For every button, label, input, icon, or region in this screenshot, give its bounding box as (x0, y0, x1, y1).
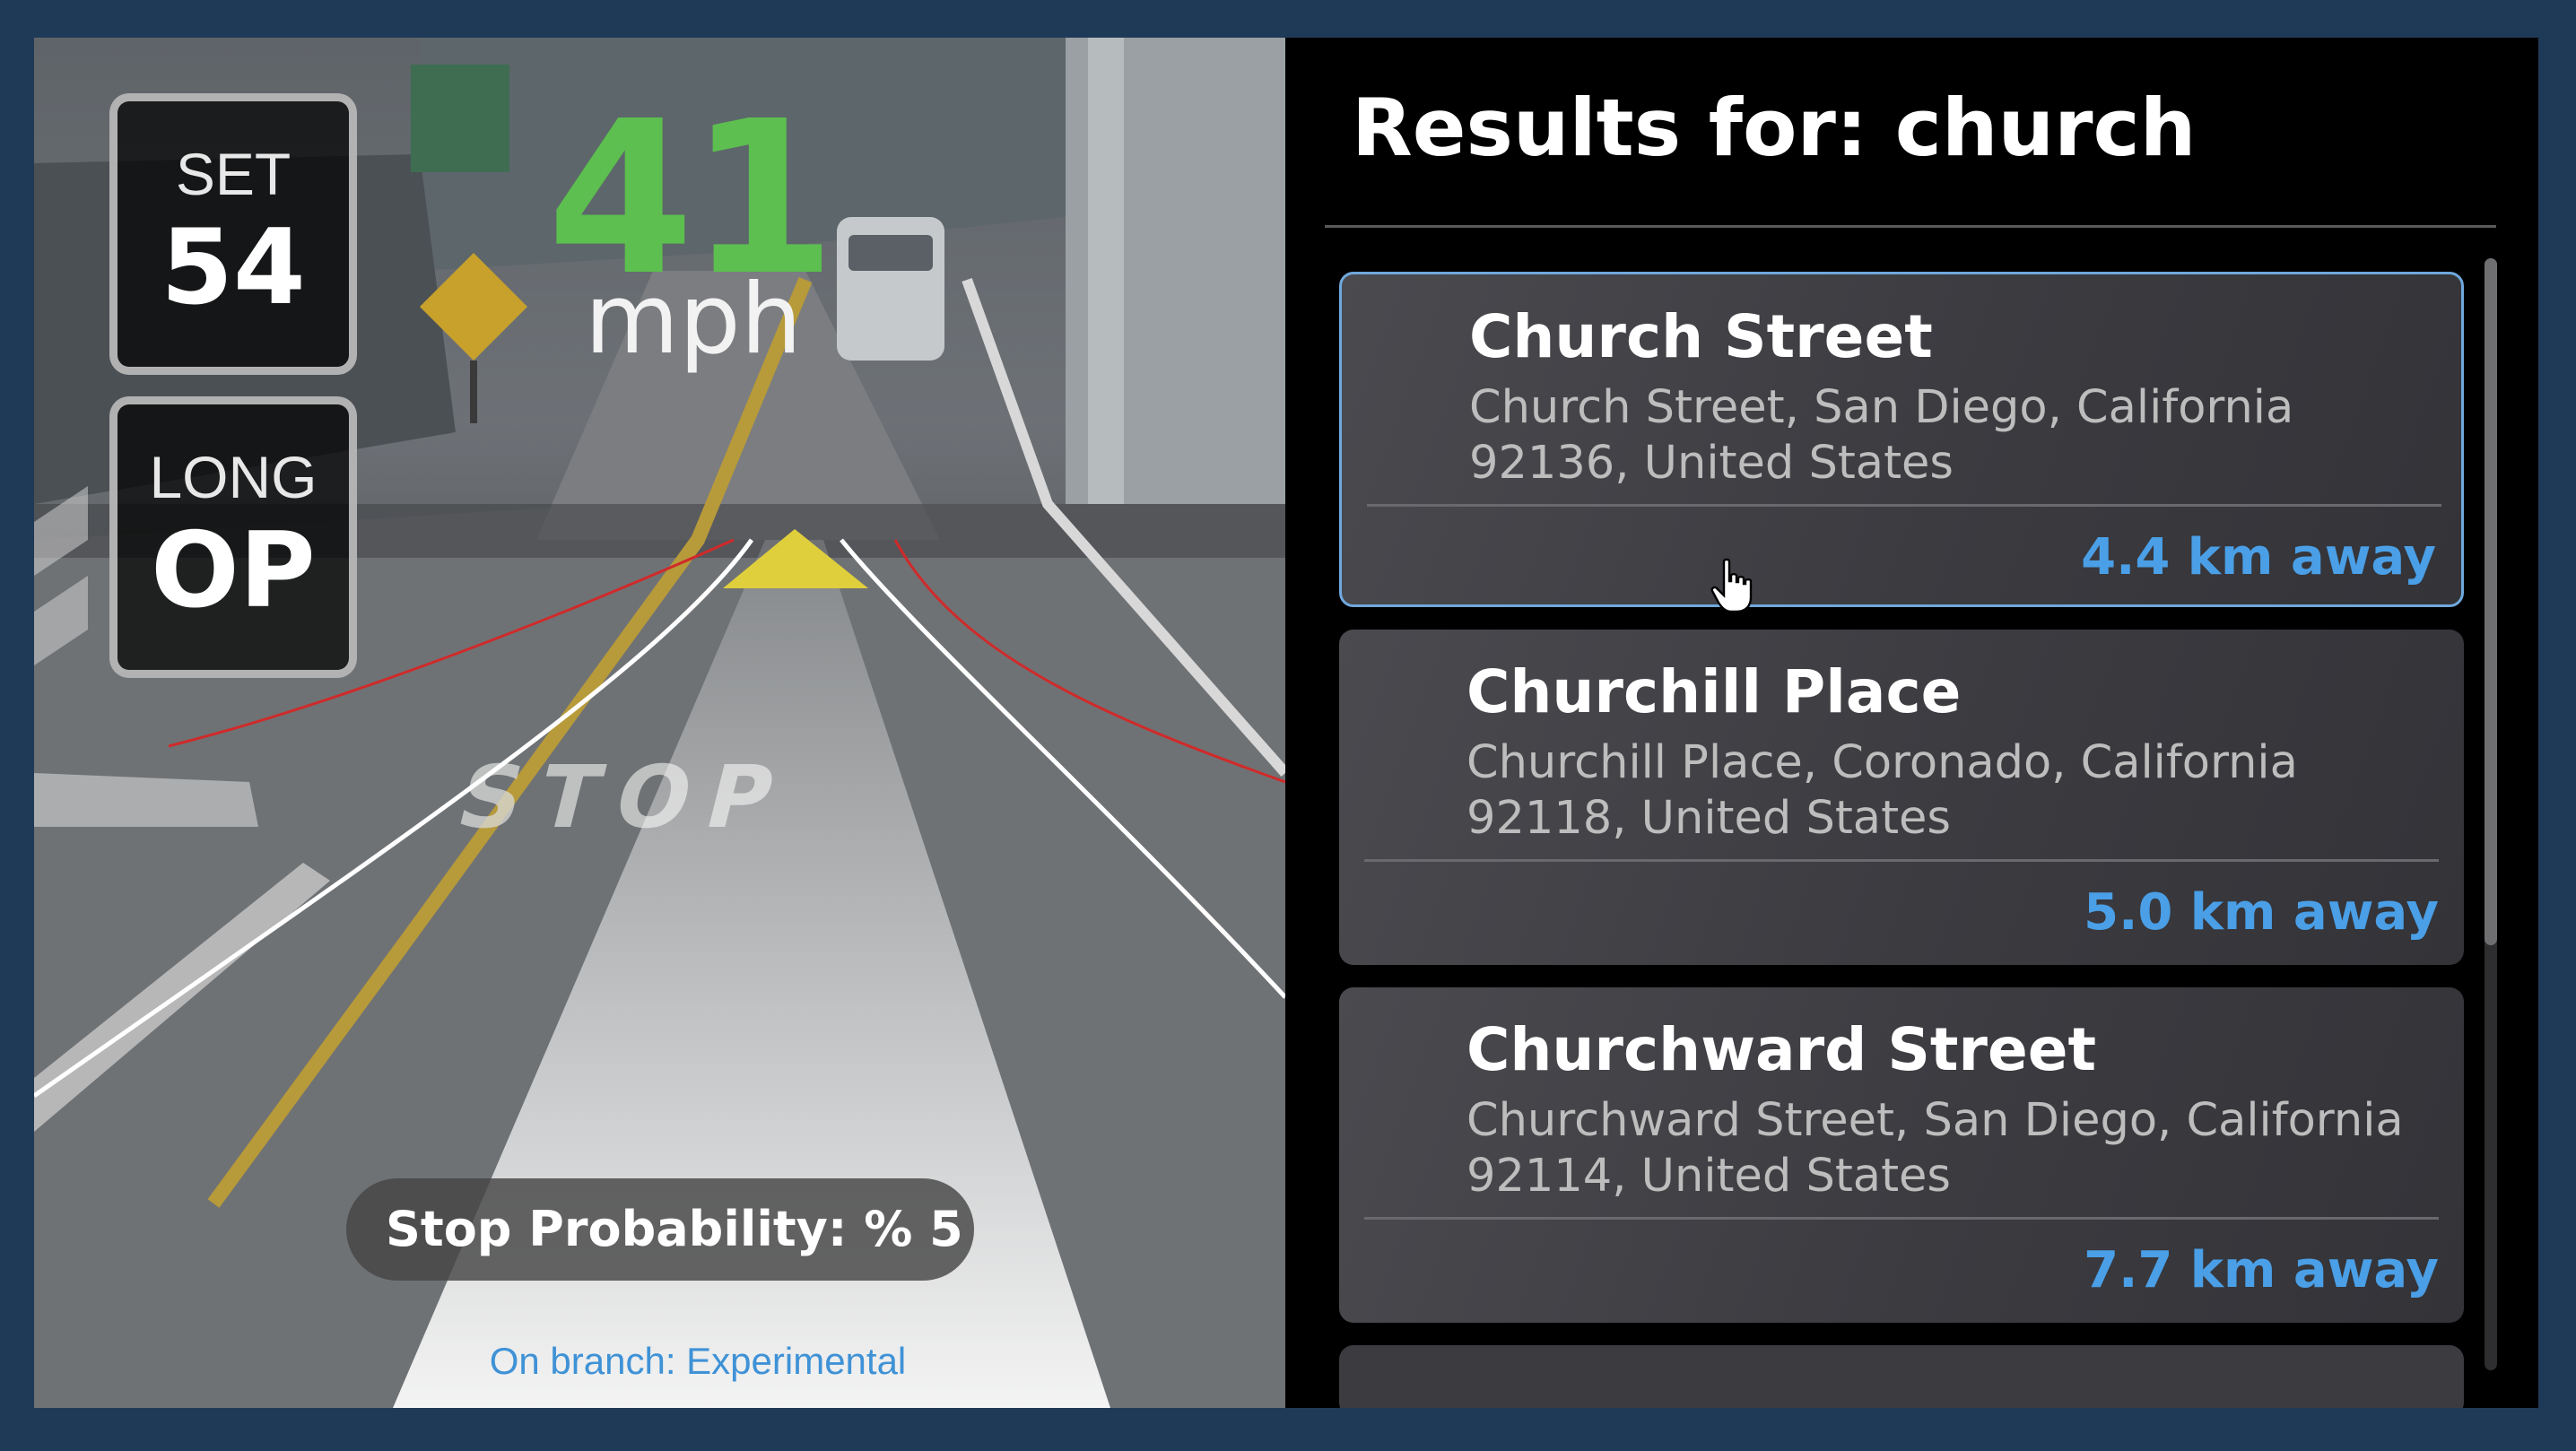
result-distance: 7.7 km away (2084, 1241, 2439, 1299)
result-item-partial[interactable] (1339, 1345, 2464, 1408)
branch-label: On branch: Experimental (489, 1340, 907, 1382)
result-distance: 4.4 km away (2081, 528, 2436, 586)
long-control-label: LONG (149, 444, 318, 510)
result-divider (1364, 1217, 2439, 1220)
camera-view: STOP SET 54 LONG OP 41 mph Stop Probabil… (34, 38, 1285, 1408)
hand-pointer-icon (1710, 558, 1753, 613)
result-item[interactable]: Church Street Church Street, San Diego, … (1339, 272, 2464, 607)
result-divider (1367, 504, 2441, 507)
hand-pointer-shape (1710, 558, 1753, 613)
results-title: Results for: church (1352, 82, 2197, 174)
result-address-line2: 92118, United States (1466, 792, 1952, 845)
set-speed-box: SET 54 (109, 93, 357, 375)
result-name: Church Street (1469, 302, 1933, 371)
speed-unit: mph (584, 264, 803, 376)
result-address: Churchill Place, Coronado, California 92… (1466, 735, 2435, 847)
result-name: Churchill Place (1466, 657, 1962, 726)
wall-pillar (1088, 38, 1124, 504)
long-control-box: LONG OP (109, 396, 357, 678)
result-address-line1: Churchward Street, San Diego, California (1466, 1094, 2404, 1147)
set-speed-label: SET (175, 141, 292, 207)
result-distance: 5.0 km away (2084, 883, 2439, 942)
search-results-panel: Results for: church Church Street Church… (1285, 38, 2538, 1408)
result-item[interactable]: Churchward Street Churchward Street, San… (1339, 987, 2464, 1323)
stop-probability-pill: Stop Probability: % 5 (346, 1178, 974, 1281)
highway-sign (411, 65, 509, 172)
result-address-line2: 92114, United States (1466, 1150, 1952, 1203)
result-address-line1: Churchill Place, Coronado, California (1466, 736, 2298, 789)
title-divider (1325, 225, 2496, 228)
result-address-line2: 92136, United States (1469, 437, 1954, 490)
sign-post (470, 361, 477, 423)
results-scrollbar[interactable] (2485, 258, 2497, 1370)
set-speed-value: 54 (161, 207, 306, 328)
result-name: Churchward Street (1466, 1015, 2097, 1084)
result-divider (1364, 859, 2439, 862)
crosswalk-paint (34, 773, 258, 827)
scrollbar-thumb[interactable] (2485, 258, 2497, 945)
result-address: Church Street, San Diego, California 921… (1469, 380, 2438, 491)
result-address: Churchward Street, San Diego, California… (1466, 1093, 2435, 1204)
app-frame: STOP SET 54 LONG OP 41 mph Stop Probabil… (34, 38, 2538, 1408)
result-address-line1: Church Street, San Diego, California (1469, 381, 2294, 434)
result-item[interactable]: Churchill Place Churchill Place, Coronad… (1339, 630, 2464, 965)
long-control-value: OP (151, 510, 316, 631)
